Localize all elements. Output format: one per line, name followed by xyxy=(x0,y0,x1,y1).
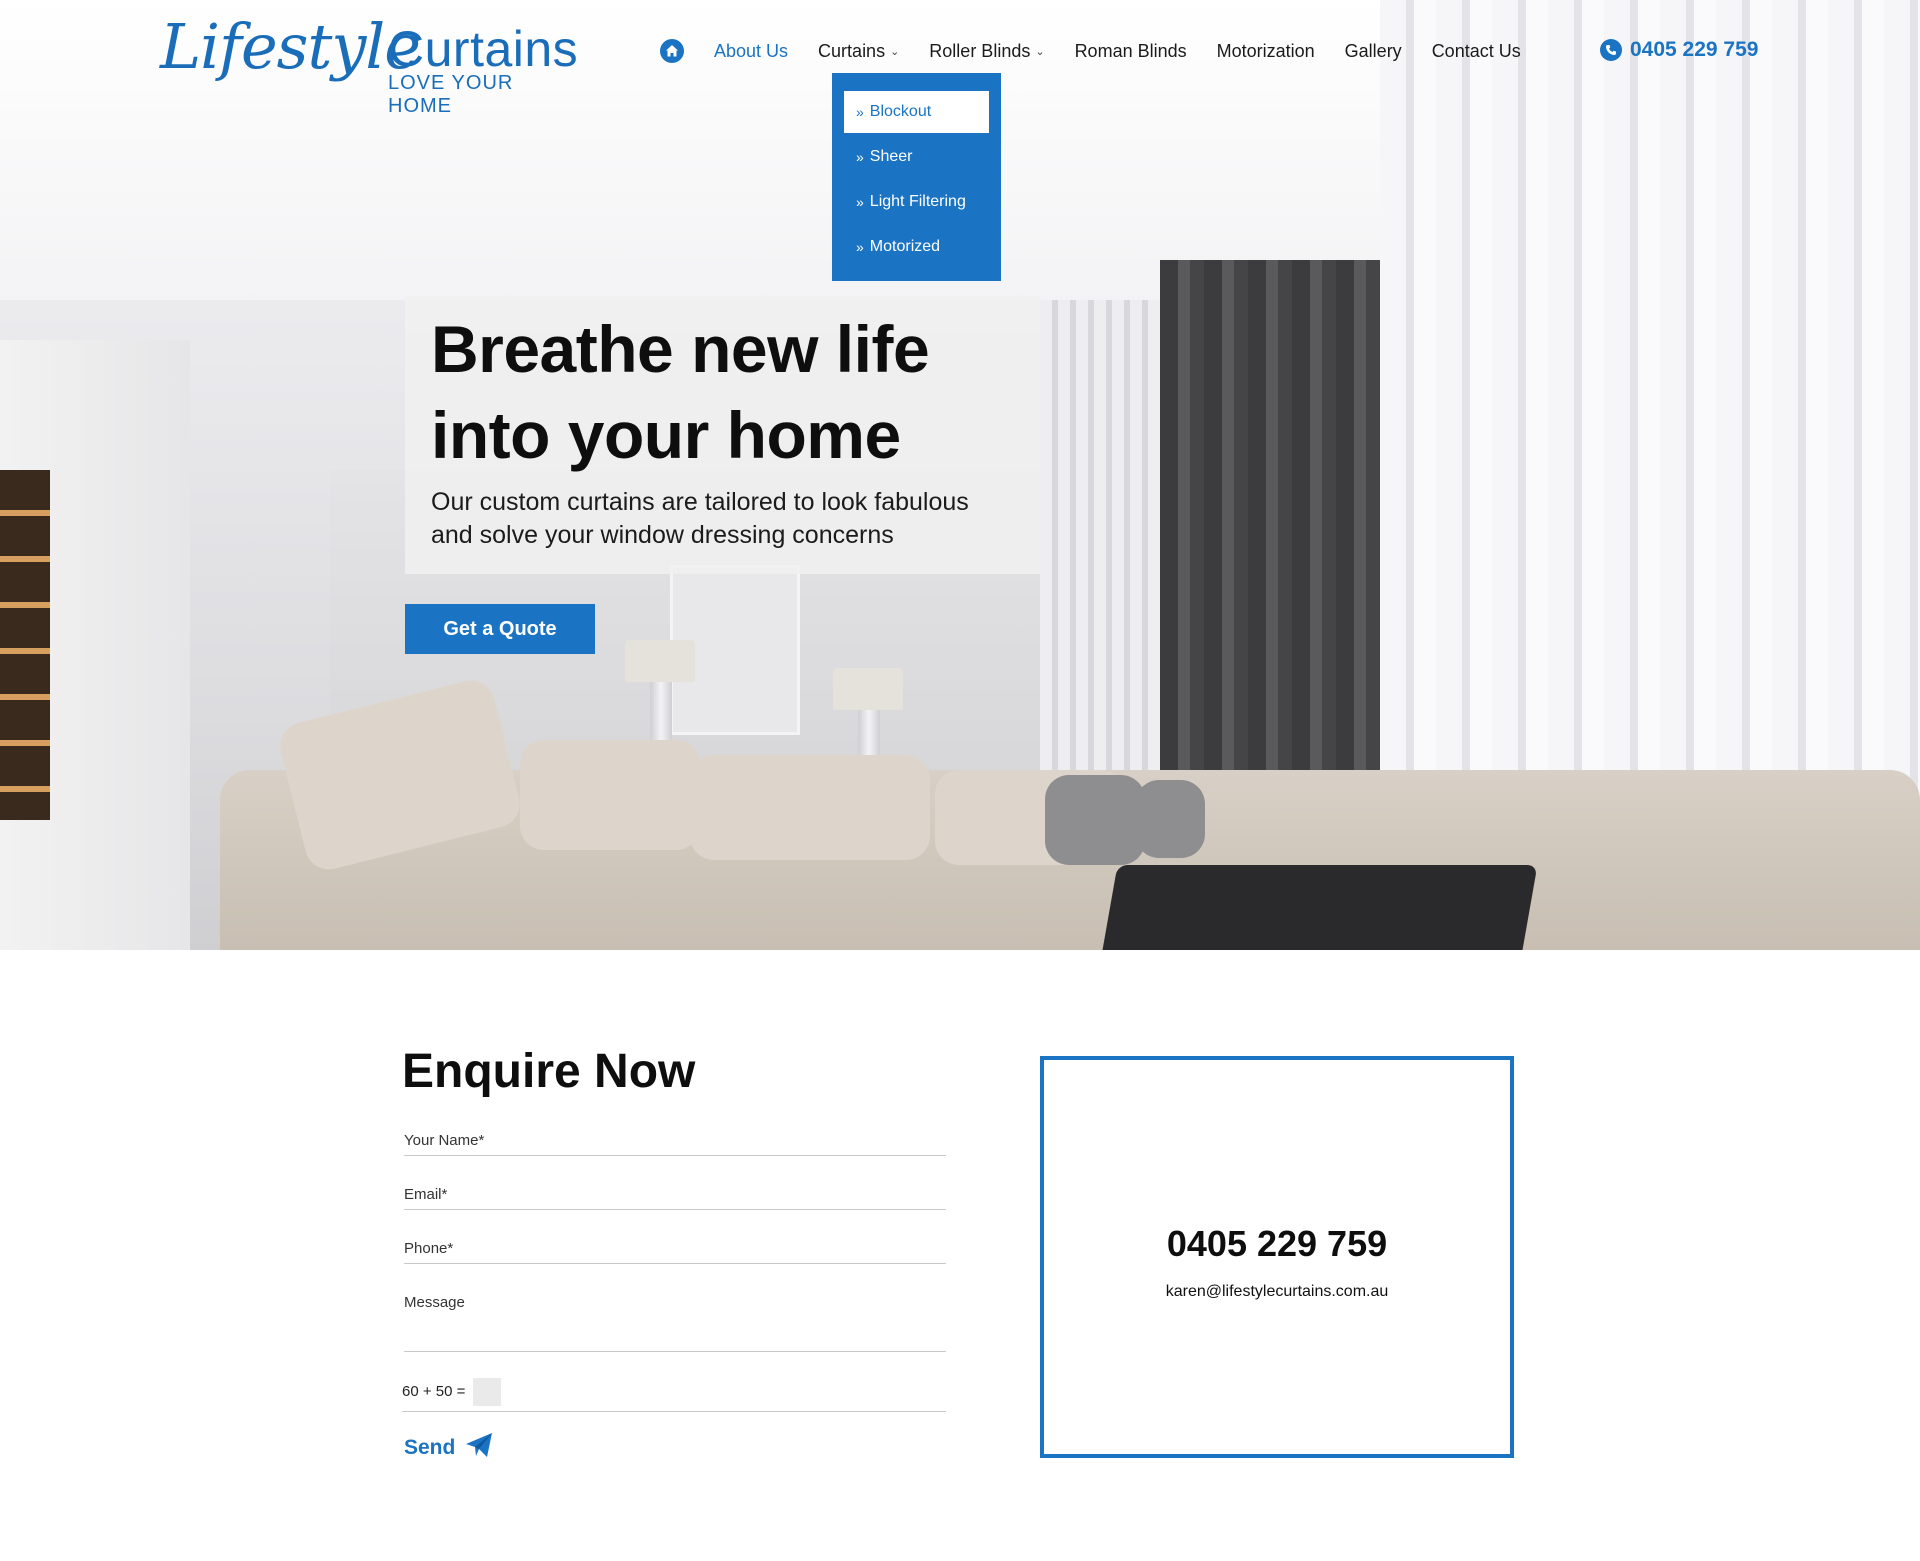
logo-script: Lifestyle xyxy=(160,10,421,83)
hero-window-sheers xyxy=(1380,0,1920,880)
logo-brand: Curtains xyxy=(388,21,579,77)
double-chevron-right-icon: » xyxy=(856,239,864,255)
captcha-input[interactable] xyxy=(473,1377,502,1406)
hero-subtitle-line: and solve your window dressing concerns xyxy=(431,521,894,549)
nav-label: Curtains xyxy=(818,40,886,61)
dropdown-item-label: Sheer xyxy=(869,148,913,165)
dropdown-item-motorized[interactable]: » Motorized xyxy=(844,226,989,268)
message-field-label: Message xyxy=(404,1294,465,1311)
main-nav: About Us Curtains ⌄ Roller Blinds ⌄ Roman … xyxy=(660,36,1551,66)
contact-phone[interactable]: 0405 229 759 xyxy=(1167,1223,1387,1265)
nav-label: Roman Blinds xyxy=(1074,40,1187,61)
email-field[interactable]: Email* xyxy=(404,1186,946,1210)
double-chevron-right-icon: » xyxy=(856,104,864,120)
dropdown-item-label: Blockout xyxy=(869,103,932,120)
enquire-title: Enquire Now xyxy=(402,1045,696,1098)
nav-about-us[interactable]: About Us xyxy=(714,41,788,62)
hero-lamp xyxy=(625,640,695,682)
nav-roman-blinds[interactable]: Roman Blinds xyxy=(1075,41,1187,62)
nav-roller-blinds[interactable]: Roller Blinds ⌄ xyxy=(929,41,1044,62)
phone-field[interactable]: Phone* xyxy=(404,1240,946,1264)
hero-cushion xyxy=(1045,775,1145,865)
header-phone-link[interactable]: 0405 229 759 xyxy=(1600,38,1758,62)
logo-tagline: LOVE YOUR HOME xyxy=(388,72,514,117)
nav-label: Roller Blinds xyxy=(929,40,1031,61)
contact-info-box: 0405 229 759 karen@lifestylecurtains.com… xyxy=(1040,1056,1514,1458)
header-phone-number: 0405 229 759 xyxy=(1630,38,1759,61)
hero-lamp xyxy=(833,668,903,710)
nav-motorization[interactable]: Motorization xyxy=(1217,41,1315,62)
nav-gallery[interactable]: Gallery xyxy=(1345,41,1402,62)
dropdown-item-light-filtering[interactable]: » Light Filtering xyxy=(844,181,989,223)
curtains-dropdown-menu: » Blockout » Sheer » Light Filtering » Motor… xyxy=(832,73,1001,281)
message-field[interactable]: Message xyxy=(404,1294,946,1352)
captcha-question: 60 + 50 = xyxy=(402,1383,466,1400)
hero-cushion xyxy=(1135,780,1205,858)
hero-text-panel: Breathe new life into your home Our cust… xyxy=(405,296,1040,574)
email-field-label: Email* xyxy=(404,1186,448,1203)
name-field-label: Your Name* xyxy=(404,1132,485,1149)
hero-shelf xyxy=(0,470,50,820)
chevron-down-icon: ⌄ xyxy=(1035,45,1045,58)
captcha-row: 60 + 50 = xyxy=(402,1372,946,1412)
double-chevron-right-icon: » xyxy=(856,149,864,165)
nav-contact-us[interactable]: Contact Us xyxy=(1432,41,1521,62)
nav-label: Gallery xyxy=(1344,40,1402,61)
hero-subtitle: Our custom curtains are tailored to look… xyxy=(431,486,1014,552)
send-button[interactable]: Send xyxy=(404,1432,493,1464)
get-a-quote-button[interactable]: Get a Quote xyxy=(405,604,595,654)
hero-title-line: into your home xyxy=(431,398,901,472)
dropdown-item-sheer[interactable]: » Sheer xyxy=(844,136,989,178)
nav-curtains[interactable]: Curtains ⌄ xyxy=(818,41,899,62)
hero-subtitle-line: Our custom curtains are tailored to look… xyxy=(431,488,969,516)
hero-cushion xyxy=(520,740,700,850)
home-icon[interactable] xyxy=(660,39,684,63)
phone-field-label: Phone* xyxy=(404,1240,454,1257)
hero-cushion xyxy=(690,755,930,860)
contact-email[interactable]: karen@lifestylecurtains.com.au xyxy=(1166,1283,1389,1301)
nav-label: Motorization xyxy=(1216,40,1315,61)
send-label: Send xyxy=(404,1436,456,1459)
paper-plane-icon xyxy=(465,1432,493,1464)
site-logo[interactable]: Lifestyle Curtains LOVE YOUR HOME xyxy=(160,6,580,117)
name-field[interactable]: Your Name* xyxy=(404,1132,946,1156)
phone-icon xyxy=(1600,39,1622,61)
nav-label: About Us xyxy=(714,40,789,61)
dropdown-item-blockout[interactable]: » Blockout xyxy=(844,91,989,133)
nav-label: Contact Us xyxy=(1431,40,1521,61)
double-chevron-right-icon: » xyxy=(856,194,864,210)
dropdown-item-label: Light Filtering xyxy=(869,193,966,210)
hero-throw-blanket xyxy=(1102,865,1538,950)
hero-title: Breathe new life into your home xyxy=(431,306,1014,478)
hero-title-line: Breathe new life xyxy=(431,312,930,386)
dropdown-item-label: Motorized xyxy=(869,238,941,255)
chevron-down-icon: ⌄ xyxy=(890,45,900,58)
